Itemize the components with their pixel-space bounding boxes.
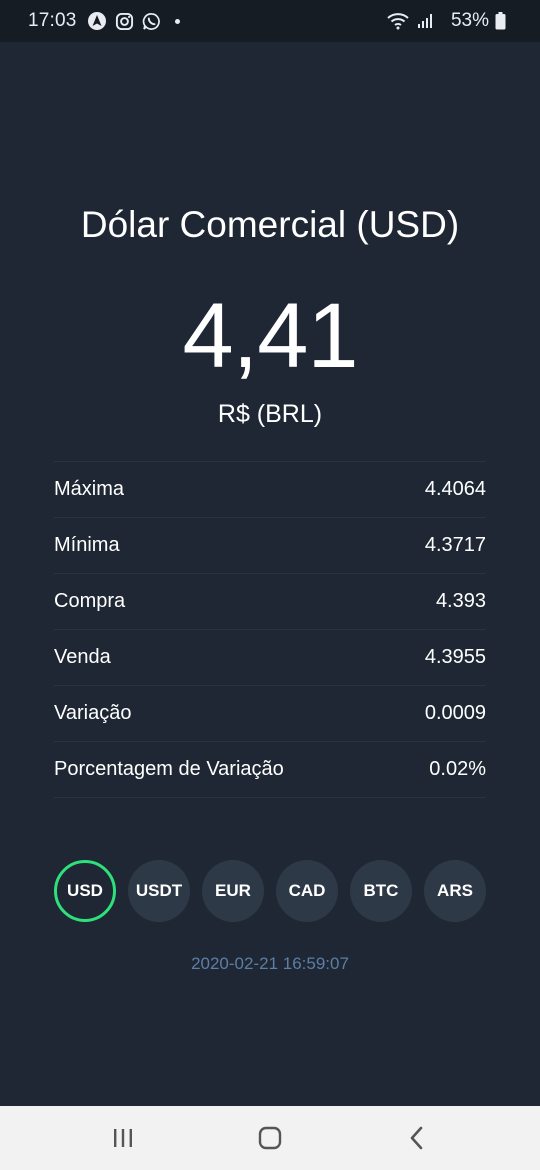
signal-icon <box>417 13 435 29</box>
currency-button-btc[interactable]: BTC <box>350 860 412 922</box>
detail-value: 4.3717 <box>424 534 486 556</box>
detail-value: 0.0009 <box>424 702 486 724</box>
detail-row-variacao: Variação 0.0009 <box>54 686 486 742</box>
battery-icon <box>495 12 506 30</box>
detail-label: Venda <box>54 646 111 668</box>
rate-currency: R$ (BRL) <box>217 400 323 428</box>
status-time: 17:03 <box>28 10 77 31</box>
detail-row-minima: Mínima 4.3717 <box>54 518 486 574</box>
last-updated-timestamp: 2020-02-21 16:59:07 <box>191 954 349 973</box>
exchange-rate: 4,41 <box>182 285 358 387</box>
recent-apps-button[interactable] <box>93 1118 153 1158</box>
back-button[interactable] <box>387 1118 447 1158</box>
notification-dot <box>174 18 180 24</box>
navigation-icon <box>87 11 107 31</box>
detail-value: 0.02% <box>429 758 486 780</box>
recent-apps-icon <box>114 1129 133 1147</box>
page-title: Dólar Comercial (USD) <box>80 204 460 245</box>
battery-percent: 53% <box>450 10 489 31</box>
currency-selector: USD USDT EUR CAD BTC ARS <box>54 860 486 922</box>
currency-button-ars[interactable]: ARS <box>424 860 486 922</box>
main-content: Dólar Comercial (USD) 4,41 R$ (BRL) Máxi… <box>0 42 540 1106</box>
home-button[interactable] <box>240 1118 300 1158</box>
detail-label: Compra <box>54 590 126 612</box>
details-list: Máxima 4.4064 Mínima 4.3717 Compra 4.393… <box>54 461 486 798</box>
detail-row-venda: Venda 4.3955 <box>54 630 486 686</box>
wifi-icon <box>387 12 409 30</box>
detail-value: 4.3955 <box>424 646 486 668</box>
back-icon <box>410 1126 422 1150</box>
detail-label: Mínima <box>54 534 120 556</box>
status-left: 17:03 <box>28 10 180 32</box>
detail-value: 4.393 <box>435 590 486 612</box>
detail-label: Máxima <box>54 478 125 500</box>
detail-label: Porcentagem de Variação <box>54 758 284 780</box>
currency-button-cad[interactable]: CAD <box>276 860 338 922</box>
instagram-icon <box>115 12 134 31</box>
status-bar: 17:03 53% <box>0 0 540 42</box>
detail-label: Variação <box>54 702 132 724</box>
detail-row-porcentagem-variacao: Porcentagem de Variação 0.02% <box>54 742 486 798</box>
detail-value: 4.4064 <box>424 478 486 500</box>
detail-row-maxima: Máxima 4.4064 <box>54 462 486 518</box>
detail-row-compra: Compra 4.393 <box>54 574 486 630</box>
currency-button-usd[interactable]: USD <box>54 860 116 922</box>
currency-button-usdt[interactable]: USDT <box>128 860 190 922</box>
whatsapp-icon <box>142 12 161 31</box>
status-right: 53% <box>387 10 514 32</box>
navigation-bar <box>0 1106 540 1170</box>
currency-button-eur[interactable]: EUR <box>202 860 264 922</box>
home-icon <box>258 1126 282 1150</box>
